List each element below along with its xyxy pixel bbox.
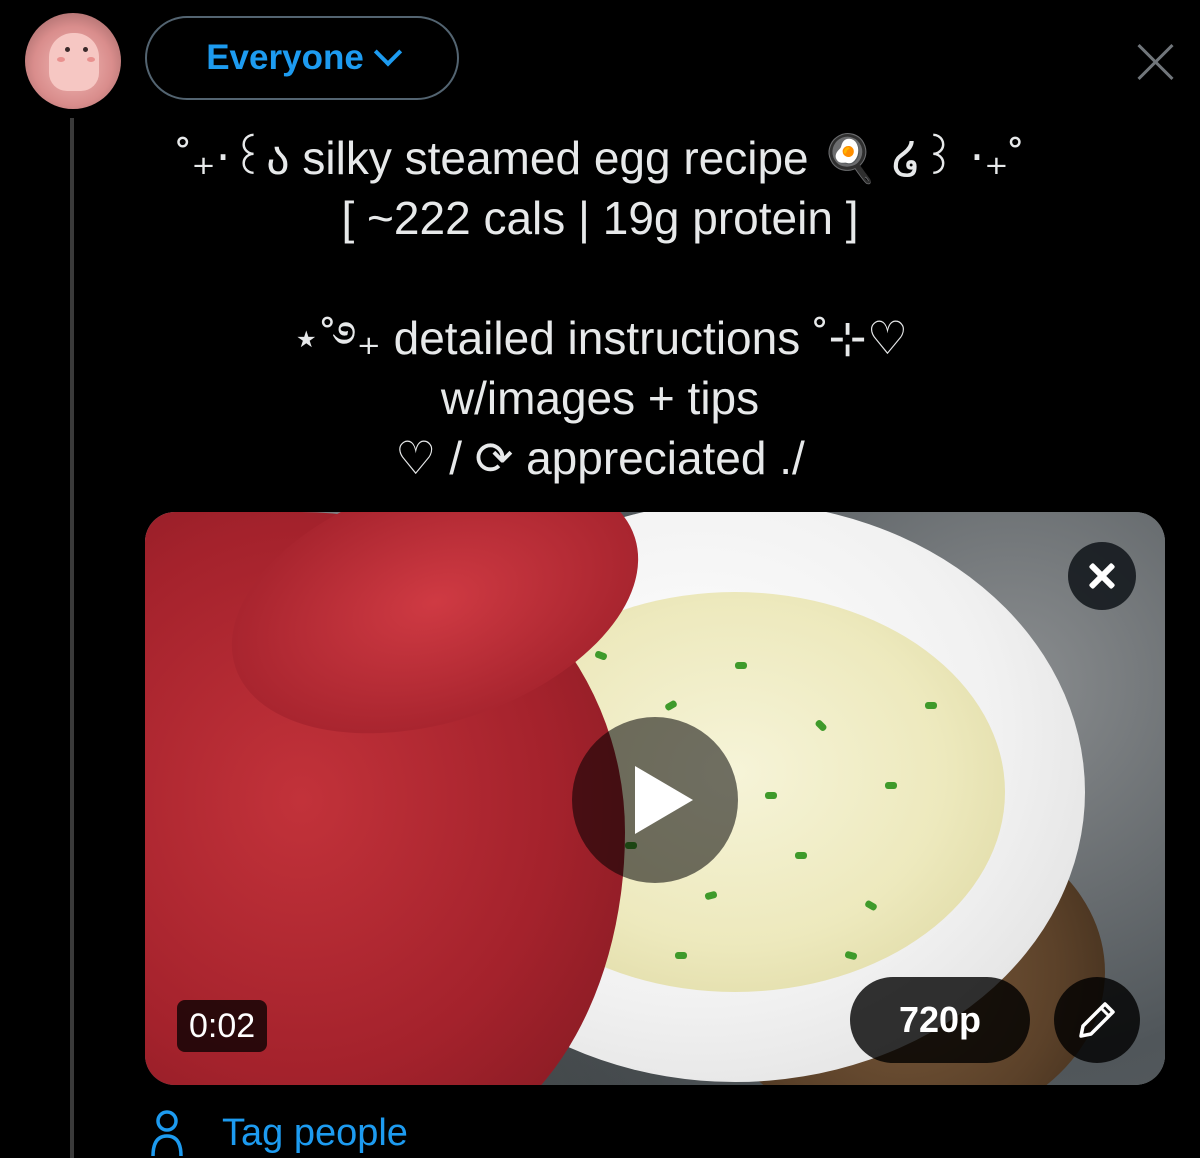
post-text[interactable]: ˚₊‧꒰ა silky steamed egg recipe 🍳 ໒꒱ ‧₊˚ … [150, 128, 1050, 488]
close-icon[interactable] [1134, 40, 1178, 84]
remove-media-icon[interactable] [1068, 542, 1136, 610]
chive [704, 890, 718, 901]
chive [594, 650, 608, 661]
quality-label: 720p [898, 999, 982, 1040]
chive [925, 702, 937, 709]
play-icon[interactable] [572, 717, 738, 883]
chive [795, 852, 807, 859]
audience-label: Everyone [206, 38, 364, 77]
tag-people-button[interactable]: Tag people [150, 1108, 408, 1158]
chive [664, 699, 678, 712]
chive [765, 792, 777, 799]
avatar-cheek [57, 57, 65, 62]
avatar-cheek [87, 57, 95, 62]
tag-people-label: Tag people [222, 1111, 408, 1154]
video-timestamp: 0:02 [177, 1000, 268, 1052]
audience-selector-button[interactable]: Everyone [145, 16, 459, 100]
video-attachment[interactable]: 0:02 720p [145, 512, 1165, 1085]
chive [885, 782, 897, 789]
thread-line [70, 118, 74, 1158]
edit-media-button[interactable] [1054, 977, 1140, 1063]
avatar-face [49, 33, 99, 91]
quality-button[interactable]: 720p [850, 977, 1030, 1063]
chive [844, 950, 858, 961]
chive [814, 718, 828, 733]
chive [864, 899, 878, 912]
chive [675, 952, 687, 959]
pencil-icon [1079, 1002, 1115, 1038]
avatar[interactable] [25, 13, 121, 109]
chevron-down-icon [373, 38, 402, 67]
chive [735, 662, 747, 669]
avatar-eye [65, 47, 70, 52]
person-icon [151, 1110, 183, 1157]
avatar-eye [83, 47, 88, 52]
